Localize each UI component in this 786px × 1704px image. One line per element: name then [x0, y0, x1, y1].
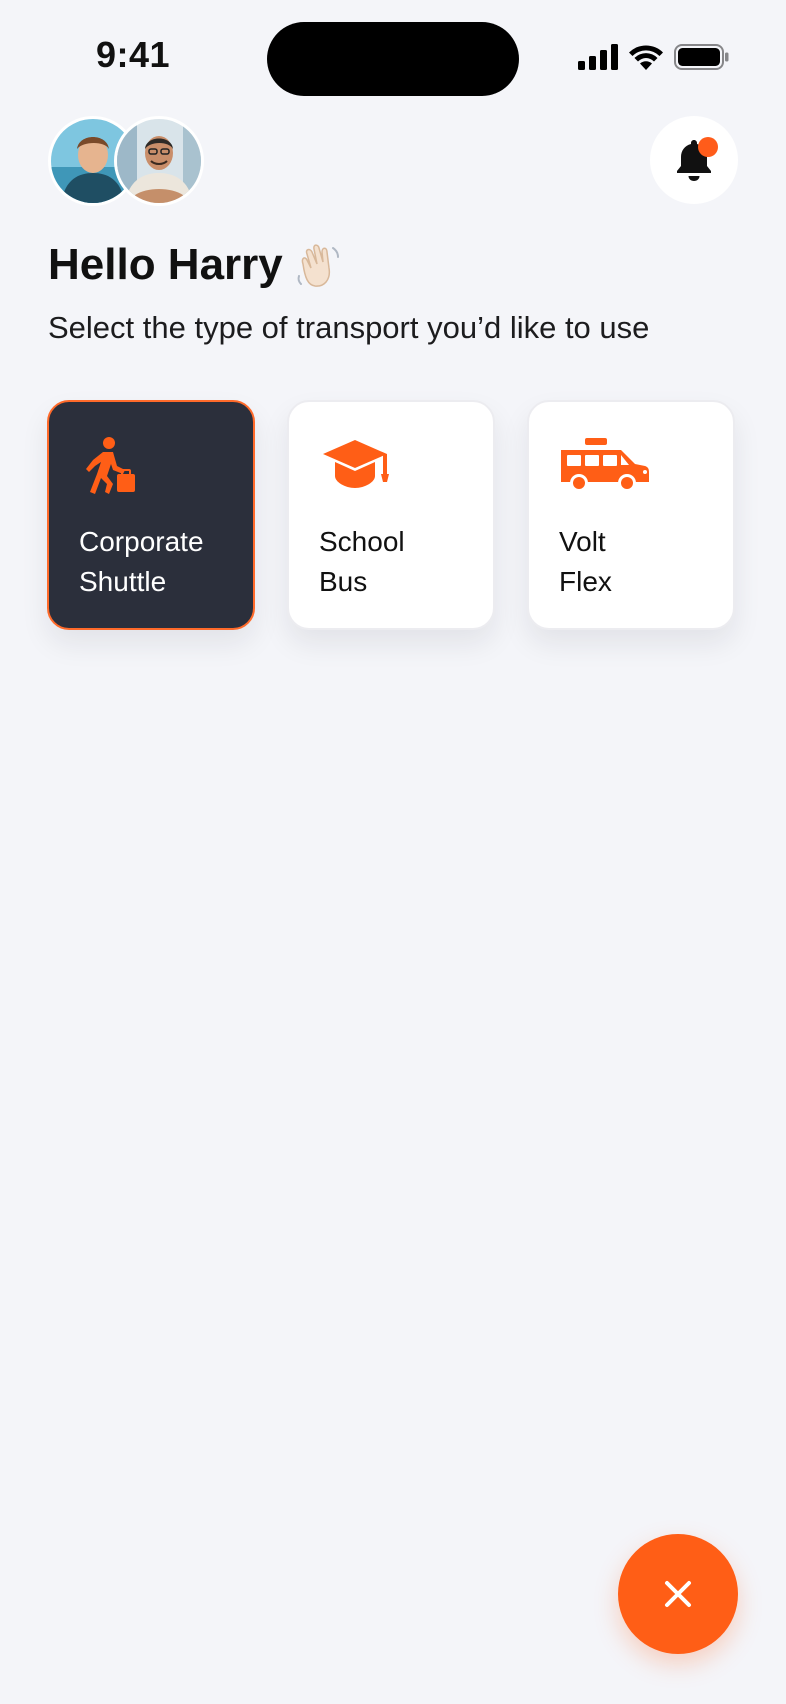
- close-icon: [665, 1581, 691, 1607]
- transport-card-label-line1: Corporate: [79, 526, 204, 557]
- dynamic-island: [267, 22, 519, 96]
- taxi-van-icon: [561, 438, 649, 492]
- greeting: Hello Harry: [48, 240, 343, 290]
- wifi-icon: [629, 45, 663, 70]
- status-icons: [578, 44, 730, 70]
- greeting-title: Hello Harry: [48, 240, 283, 289]
- transport-card-label: Corporate Shuttle: [79, 522, 204, 602]
- profile-avatars[interactable]: [48, 116, 204, 206]
- transport-card-corporate-shuttle[interactable]: Corporate Shuttle: [47, 400, 255, 630]
- transport-card-volt-flex[interactable]: Volt Flex: [527, 400, 735, 630]
- waving-hand-icon: [297, 244, 339, 287]
- notification-dot: [698, 137, 718, 157]
- graduation-cap-icon: [323, 440, 389, 488]
- transport-options: Corporate Shuttle School Bus Volt Flex: [47, 400, 735, 630]
- transport-card-label-line2: Flex: [559, 566, 612, 597]
- transport-card-label: School Bus: [319, 522, 405, 602]
- status-time: 9:41: [96, 34, 171, 75]
- adult-avatar[interactable]: [114, 116, 204, 206]
- transport-card-label-line1: Volt: [559, 526, 606, 557]
- greeting-subtitle: Select the type of transport you’d like …: [48, 310, 650, 345]
- transport-card-label-line1: School: [319, 526, 405, 557]
- transport-card-label-line2: Bus: [319, 566, 368, 597]
- cellular-signal-icon: [578, 44, 618, 70]
- transport-card-label: Volt Flex: [559, 522, 612, 602]
- battery-icon: [674, 44, 729, 70]
- close-button[interactable]: [618, 1534, 738, 1654]
- adult-avatar-image: [117, 119, 201, 203]
- notifications-button[interactable]: [650, 116, 738, 204]
- status-bar: 9:41: [0, 0, 786, 110]
- transport-card-label-line2: Shuttle: [79, 566, 167, 597]
- walking-briefcase-icon: [86, 437, 135, 494]
- transport-card-school-bus[interactable]: School Bus: [287, 400, 495, 630]
